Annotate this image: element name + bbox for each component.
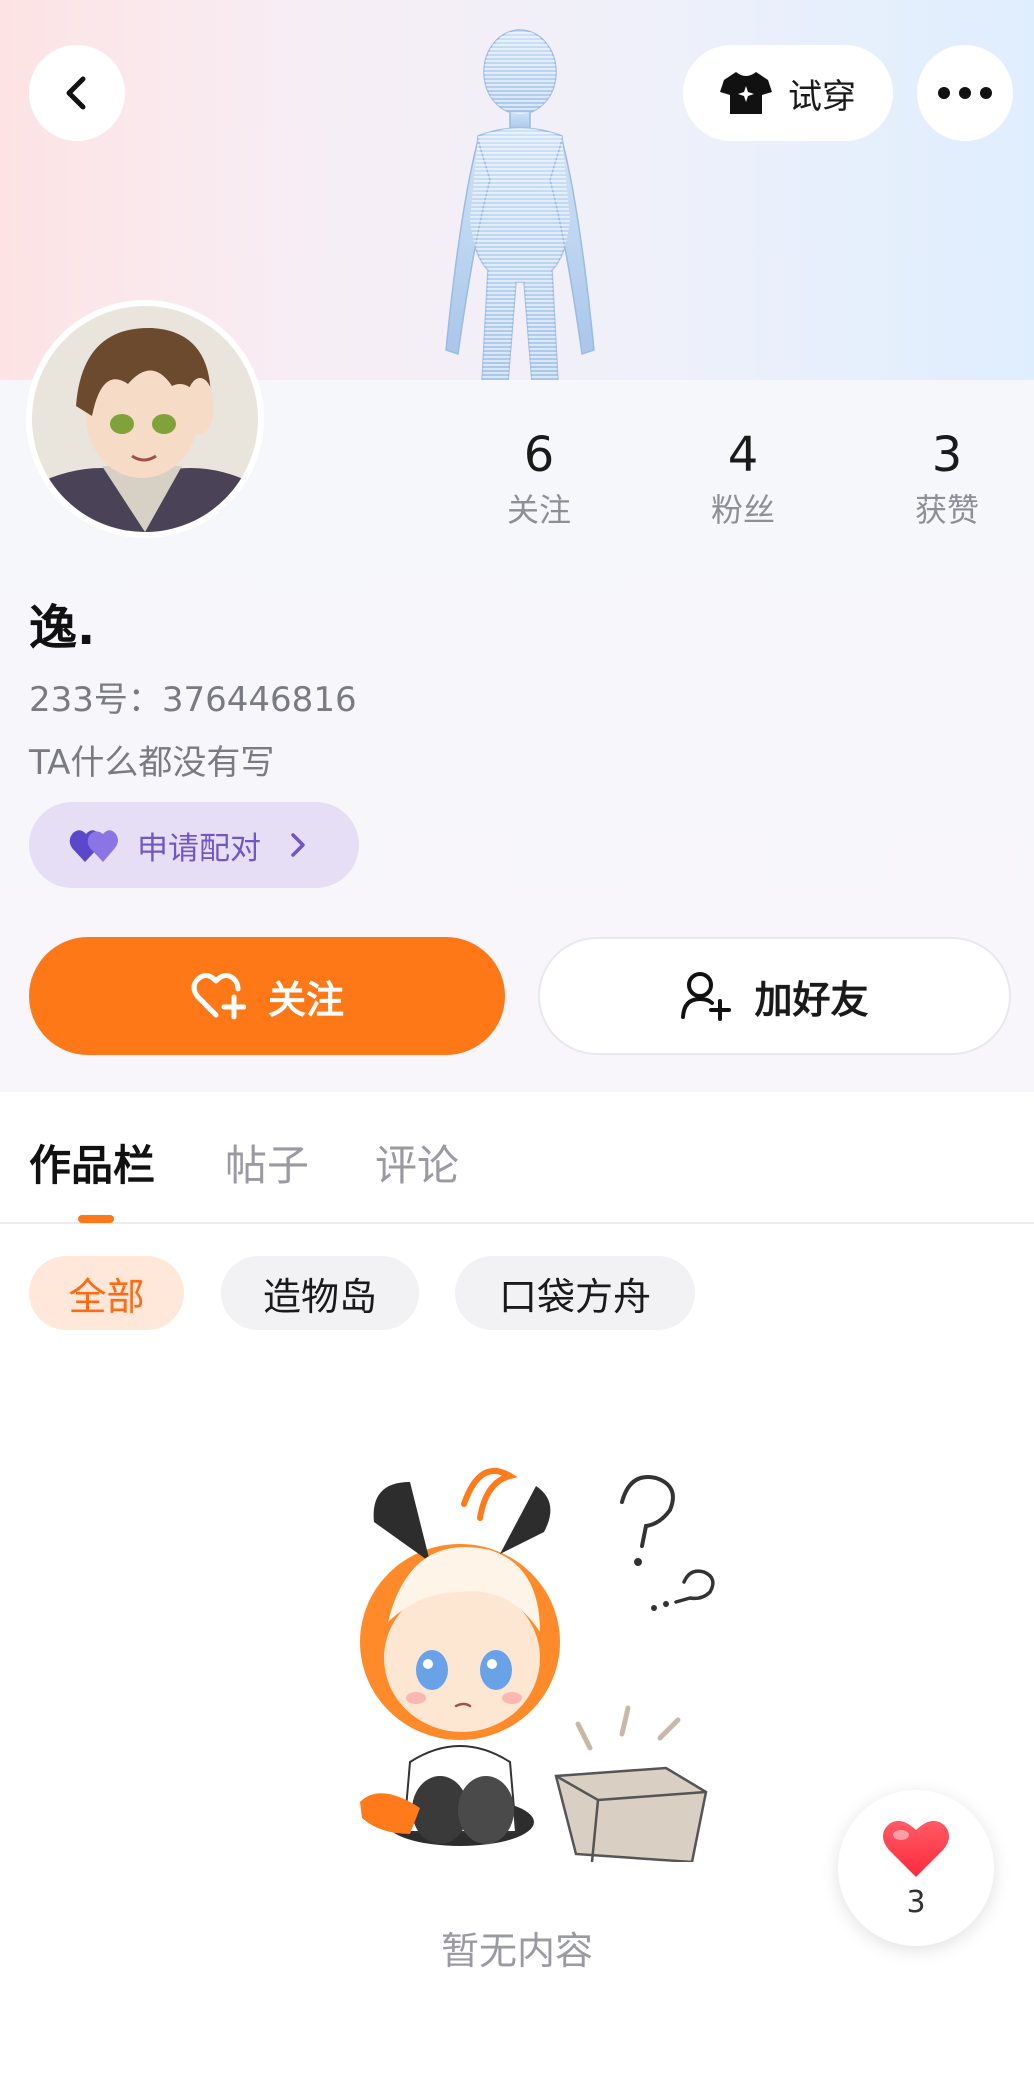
tshirt-icon [720, 72, 772, 114]
heart-plus-icon [191, 973, 246, 1020]
avatar-hologram-figure [445, 29, 595, 382]
add-friend-label: 加好友 [754, 977, 869, 1022]
bio: TA什么都没有写 [29, 743, 275, 783]
floating-like-button[interactable]: 3 [838, 1790, 994, 1946]
double-heart-icon [69, 830, 118, 862]
back-button[interactable] [29, 45, 125, 141]
stat-value: 4 [727, 427, 759, 483]
add-user-icon [681, 972, 732, 1021]
try-on-label: 试穿 [788, 76, 856, 117]
stat-followers[interactable]: 4 粉丝 [663, 425, 823, 531]
heart-icon [882, 1820, 950, 1877]
tab-posts[interactable]: 帖子 [225, 1132, 309, 1193]
stat-likes[interactable]: 3 获赞 [867, 425, 1027, 531]
user-id: 233号：376446816 [29, 680, 357, 720]
stat-label: 粉丝 [710, 491, 775, 529]
tab-comments[interactable]: 评论 [375, 1132, 459, 1193]
avatar[interactable] [26, 300, 264, 538]
tab-indicator [78, 1215, 114, 1223]
try-on-button[interactable]: 试穿 [683, 45, 893, 141]
filter-chip-creation-island[interactable]: 造物岛 [221, 1256, 419, 1330]
add-friend-button[interactable]: 加好友 [538, 937, 1011, 1055]
like-count: 3 [906, 1884, 926, 1920]
more-button[interactable] [917, 45, 1013, 141]
stat-label: 获赞 [914, 491, 979, 529]
chevron-right-icon [291, 833, 305, 857]
tab-works[interactable]: 作品栏 [29, 1132, 155, 1193]
content-tabs: 作品栏 帖子 评论 [0, 1092, 1034, 1224]
stat-value: 6 [523, 427, 555, 483]
apply-pair-button[interactable]: 申请配对 [29, 802, 359, 888]
stat-following[interactable]: 6 关注 [459, 425, 619, 531]
more-dots-icon [938, 87, 992, 99]
empty-state-illustration [360, 1468, 715, 1862]
apply-pair-label: 申请配对 [137, 830, 261, 867]
profile-header [0, 0, 1034, 1092]
nickname: 逸. [29, 600, 96, 656]
filter-chip-all[interactable]: 全部 [29, 1256, 184, 1330]
stat-label: 关注 [506, 491, 571, 529]
stat-value: 3 [931, 427, 963, 483]
follow-button[interactable]: 关注 [29, 937, 505, 1055]
avatar-image [32, 306, 258, 532]
filter-chip-pocket-ark[interactable]: 口袋方舟 [455, 1256, 695, 1330]
chevron-left-icon [66, 76, 86, 110]
follow-label: 关注 [267, 977, 344, 1022]
